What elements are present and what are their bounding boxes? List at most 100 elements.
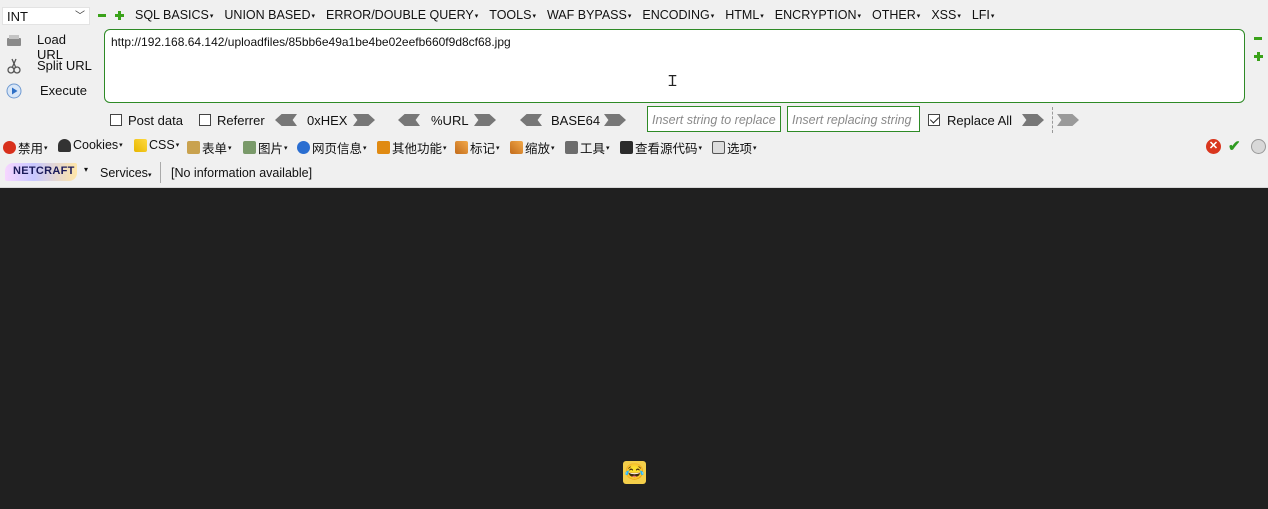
execute-button[interactable]: Execute [4, 80, 94, 102]
netcraft-dropdown-arrow-icon[interactable]: ▾ [84, 165, 88, 174]
info-icon [297, 141, 310, 154]
toolbar-label: 图片 [258, 142, 284, 156]
menu-error-double-query[interactable]: ERROR/DOUBLE QUERY▾ [326, 8, 478, 22]
toolbar-outline[interactable]: 标记 ▾ [455, 138, 500, 157]
type-select[interactable]: INT ﹀ [2, 7, 90, 25]
base64-label: BASE64 [551, 113, 601, 128]
referrer-label: Referrer [217, 113, 265, 128]
hackbar-menu-row: INT ﹀ SQL BASICS▾ UNION BASED▾ ERROR/DOU… [0, 4, 1268, 26]
dropdown-arrow-icon: ▾ [551, 144, 555, 152]
dropdown-arrow-icon: ▾ [532, 12, 536, 20]
toolbar-forms[interactable]: 表单 ▾ [187, 138, 232, 157]
post-data-checkbox[interactable] [110, 114, 122, 126]
toolbar-disable[interactable]: 禁用 ▾ [3, 138, 48, 157]
replace-string-input[interactable]: Insert string to replace [647, 106, 781, 132]
side-minus-icon[interactable] [1254, 34, 1262, 42]
toolbar-page-info[interactable]: 网页信息 ▾ [297, 138, 367, 157]
menu-html[interactable]: HTML▾ [725, 8, 764, 22]
replace-string-placeholder: Insert string to replace [652, 113, 776, 127]
netcraft-toolbar: NETCRAFT ▾ Services▾ [No information ava… [0, 160, 1268, 188]
toolbar-cookies[interactable]: Cookies ▾ [58, 138, 123, 152]
menu-union-based[interactable]: UNION BASED▾ [224, 8, 315, 22]
post-data-label: Post data [128, 113, 183, 128]
dropdown-arrow-icon: ▾ [175, 142, 180, 149]
url-encode-arrow-icon[interactable] [474, 114, 496, 126]
menu-encoding[interactable]: ENCODING▾ [642, 8, 714, 22]
toolbar-resize[interactable]: 缩放 ▾ [510, 138, 555, 157]
source-icon [620, 141, 633, 154]
neutral-status-icon[interactable] [1251, 139, 1266, 154]
toolbar-images[interactable]: 图片 ▾ [243, 138, 288, 157]
dropdown-arrow-icon: ▾ [119, 142, 123, 149]
clipboard-icon [187, 141, 200, 154]
pencil-icon [134, 138, 147, 152]
menu-lfi[interactable]: LFI▾ [972, 8, 995, 22]
menu-label: OTHER [872, 8, 916, 22]
menu-sql-basics[interactable]: SQL BASICS▾ [135, 8, 213, 22]
toolbar-tools[interactable]: 工具 ▾ [565, 138, 610, 157]
dropdown-arrow-icon: ▾ [363, 144, 367, 152]
split-url-button[interactable]: Split URL [4, 55, 94, 77]
split-url-label: Split URL [37, 58, 92, 73]
toolbar-css[interactable]: CSS ▾ [134, 138, 179, 152]
menu-waf-bypass[interactable]: WAF BYPASS▾ [547, 8, 631, 22]
netcraft-logo[interactable]: NETCRAFT [5, 163, 77, 181]
toolbar-label: Cookies [73, 138, 119, 152]
menu-label: WAF BYPASS [546, 8, 627, 22]
toolbar-misc[interactable]: 其他功能 ▾ [377, 138, 447, 157]
error-status-icon[interactable]: ✕ [1206, 139, 1221, 154]
menu-label: ENCODING [642, 8, 710, 22]
toolbar-label: 选项 [727, 142, 753, 156]
url-value: http://192.168.64.142/uploadfiles/85bb6e… [111, 35, 511, 49]
dropdown-arrow-icon: ▾ [753, 144, 757, 152]
side-plus-icon[interactable] [1254, 52, 1263, 61]
dropdown-arrow-icon: ▾ [147, 172, 152, 179]
minus-icon[interactable] [98, 11, 106, 19]
hex-encode-arrow-icon[interactable] [353, 114, 375, 126]
execute-label: Execute [40, 83, 87, 98]
dropdown-arrow-icon: ▾ [443, 144, 447, 152]
toolbar-label: 缩放 [525, 142, 551, 156]
menu-label: ERROR/DOUBLE QUERY [326, 8, 474, 22]
services-menu[interactable]: Services▾ [100, 166, 151, 180]
type-select-value: INT [7, 9, 28, 24]
dropdown-arrow-icon: ▾ [990, 12, 995, 20]
base64-encode-arrow-icon[interactable] [604, 114, 626, 126]
replace-next-arrow-icon[interactable] [1057, 114, 1079, 126]
menu-label: TOOLS [489, 8, 532, 22]
image-icon [243, 141, 256, 154]
menu-tools[interactable]: TOOLS▾ [489, 8, 536, 22]
replacing-string-input[interactable]: Insert replacing string [787, 106, 920, 132]
checkmark-status-icon[interactable]: ✔ [1228, 137, 1241, 155]
toolbar-label: CSS [149, 138, 175, 152]
referrer-checkbox[interactable] [199, 114, 211, 126]
netcraft-logo-text: NETCRAFT [13, 165, 75, 177]
toolbar-options[interactable]: 选项 ▾ [712, 138, 757, 157]
plus-icon[interactable] [115, 11, 124, 20]
menu-label: HTML [725, 8, 760, 22]
dropdown-arrow-icon: ▾ [209, 12, 214, 20]
webdeveloper-toolbar: 禁用 ▾ Cookies ▾ CSS ▾ 表单 ▾ 图片 ▾ 网页信息 ▾ 其他功能 ▾ 标记… [0, 136, 1268, 160]
toolbar-label: 网页信息 [312, 142, 363, 156]
marker-icon [455, 141, 468, 154]
replace-go-arrow-icon[interactable] [1022, 114, 1044, 126]
dropdown-arrow-icon: ▾ [916, 12, 921, 20]
dropdown-arrow-icon: ▾ [228, 144, 232, 152]
url-textarea[interactable]: http://192.168.64.142/uploadfiles/85bb6e… [104, 29, 1245, 103]
divider [1052, 107, 1053, 133]
menu-xss[interactable]: XSS▾ [931, 8, 961, 22]
toolbar-label: 表单 [202, 142, 228, 156]
dropdown-arrow-icon: ▾ [284, 144, 288, 152]
menu-label: ENCRYPTION [774, 8, 857, 22]
menu-encryption[interactable]: ENCRYPTION▾ [775, 8, 861, 22]
url-decode-arrow-icon[interactable] [398, 114, 420, 126]
toolbar-view-source[interactable]: 查看源代码 ▾ [620, 138, 702, 157]
load-url-icon [7, 35, 21, 46]
replace-all-checkbox[interactable] [928, 114, 940, 126]
replace-all-label: Replace All [947, 113, 1013, 128]
menu-other[interactable]: OTHER▾ [872, 8, 920, 22]
base64-decode-arrow-icon[interactable] [520, 114, 542, 126]
options-icon [712, 141, 725, 154]
hex-decode-arrow-icon[interactable] [275, 114, 297, 126]
load-url-button[interactable]: Load URL [4, 29, 94, 62]
